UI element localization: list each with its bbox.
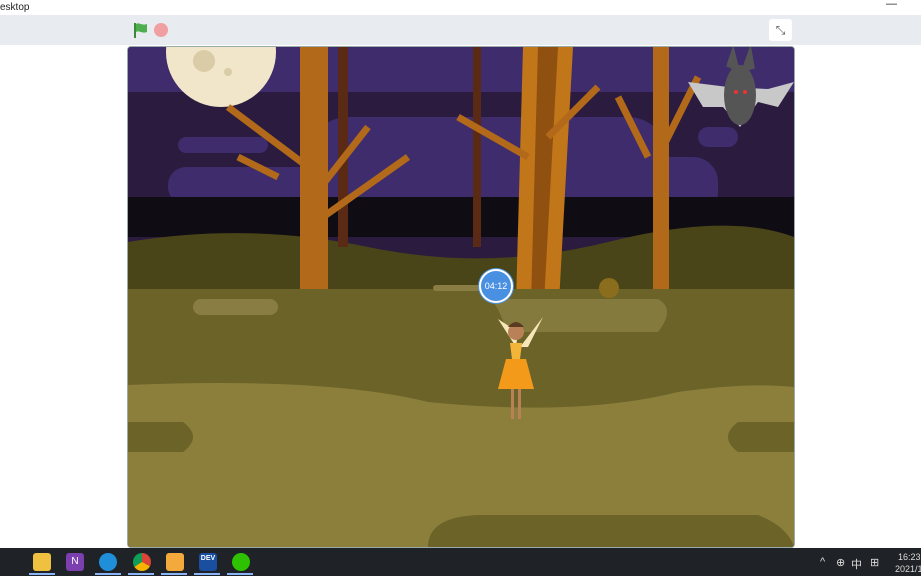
- clock-date: 2021/1: [895, 564, 921, 574]
- minimize-button[interactable]: —: [886, 0, 897, 10]
- clock-time: 16:23: [898, 552, 921, 562]
- unfullscreen-button[interactable]: ⤡: [769, 19, 792, 41]
- ime-indicator[interactable]: 中: [851, 556, 862, 572]
- window-title: esktop: [0, 2, 30, 13]
- dev-app-icon[interactable]: DEV: [199, 553, 217, 571]
- tray-chevron-icon[interactable]: ^: [820, 556, 825, 568]
- onenote-icon[interactable]: N: [66, 553, 84, 571]
- stage[interactable]: 04:12: [127, 46, 795, 548]
- taskbar: N DEV ^ ⊕ 中 ⊞ 16:23 2021/1: [0, 548, 921, 576]
- wechat-icon[interactable]: [232, 553, 250, 571]
- clock[interactable]: 16:23 2021/1: [895, 551, 921, 575]
- green-flag-icon[interactable]: [133, 22, 149, 38]
- game-scene: [128, 47, 794, 547]
- globe-icon[interactable]: ⊕: [836, 556, 845, 569]
- chrome-icon[interactable]: [133, 553, 151, 571]
- edge-icon[interactable]: [99, 553, 117, 571]
- timer-badge: 04:12: [479, 269, 513, 303]
- title-bar: esktop —: [0, 0, 921, 15]
- scratch-desktop-icon[interactable]: [166, 553, 184, 571]
- file-explorer-icon[interactable]: [33, 553, 51, 571]
- stop-icon[interactable]: [154, 23, 168, 37]
- ime-grid-icon[interactable]: ⊞: [870, 556, 879, 569]
